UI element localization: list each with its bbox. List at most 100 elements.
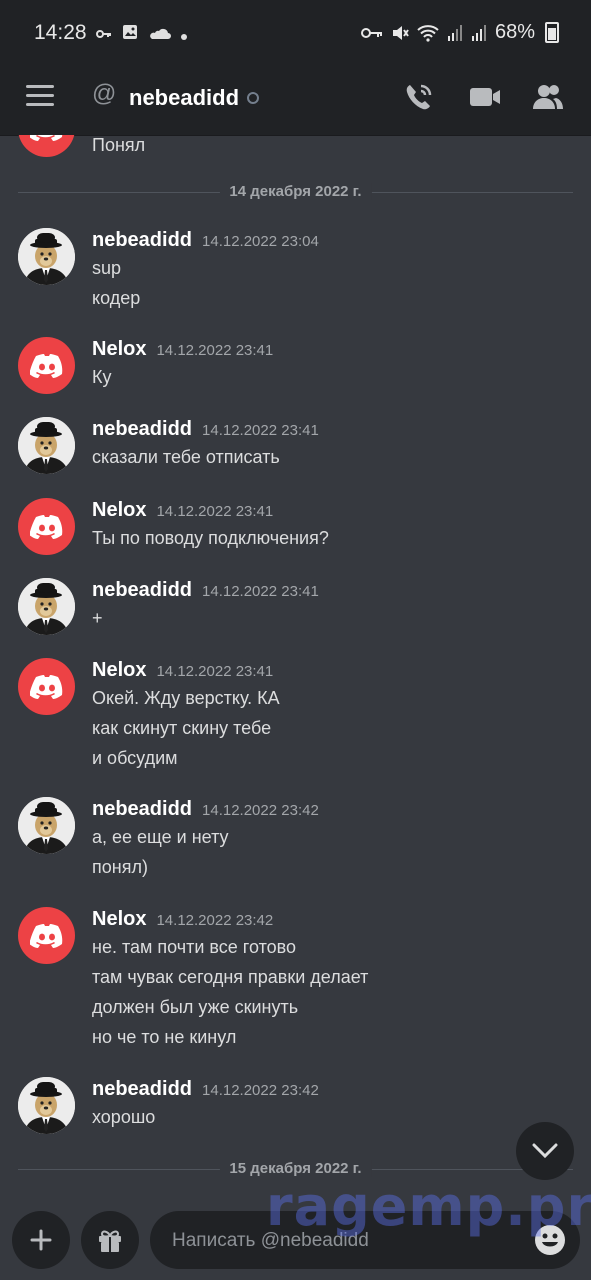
message-author[interactable]: nebeadidd 14.12.2022 23:41 xyxy=(92,579,319,602)
avatar[interactable] xyxy=(18,337,75,394)
message-text: не. там почти все готово xyxy=(92,937,297,957)
message-timestamp: 14.12.2022 23:04 xyxy=(202,233,319,250)
message-author[interactable]: nebeadidd 14.12.2022 23:42 xyxy=(92,1078,319,1101)
discord-logo-icon xyxy=(29,923,62,948)
author-name[interactable]: Nelox xyxy=(92,499,146,521)
message-text: хорошо xyxy=(92,1107,156,1127)
avatar[interactable] xyxy=(18,658,75,715)
message-list[interactable]: Понял 14 декабря 2022 г. nebeadidd 14.12.… xyxy=(0,135,591,1195)
plus-icon xyxy=(30,1229,52,1251)
emoji-icon[interactable] xyxy=(534,1224,566,1256)
message-text: как скинут скину тебе xyxy=(92,718,272,738)
message-author[interactable]: Nelox 14.12.2022 23:42 xyxy=(92,908,273,931)
jump-to-bottom-button[interactable] xyxy=(516,1122,574,1180)
message-timestamp: 14.12.2022 23:42 xyxy=(202,802,319,819)
avatar[interactable] xyxy=(18,498,75,555)
discord-logo-icon xyxy=(29,514,62,539)
discord-logo-icon xyxy=(29,135,62,141)
message-input[interactable] xyxy=(170,1211,534,1271)
message-text: Ку xyxy=(92,367,112,387)
avatar[interactable] xyxy=(18,797,75,854)
at-icon: @ xyxy=(92,80,117,107)
message-timestamp: 14.12.2022 23:42 xyxy=(202,1082,319,1099)
attach-button[interactable] xyxy=(12,1211,70,1269)
notification-icons xyxy=(96,24,188,45)
battery-icon xyxy=(545,22,559,43)
members-icon[interactable] xyxy=(530,80,564,114)
status-time: 14:28 xyxy=(34,21,87,44)
battery-percent: 68% xyxy=(494,21,535,43)
dog-in-suit-avatar-icon xyxy=(18,1077,75,1134)
message-text: понял) xyxy=(92,857,148,877)
channel-title[interactable]: nebeadidd xyxy=(129,85,239,111)
author-name[interactable]: Nelox xyxy=(92,659,146,681)
avatar[interactable] xyxy=(18,1077,75,1134)
message-text: Понял xyxy=(92,135,146,155)
channel-header: @ nebeadidd xyxy=(0,66,591,136)
image-icon xyxy=(123,25,138,39)
gift-button[interactable] xyxy=(81,1211,139,1269)
author-name[interactable]: nebeadidd xyxy=(92,798,192,820)
message-text: должен был уже скинуть xyxy=(92,997,299,1017)
message-author[interactable]: nebeadidd 14.12.2022 23:41 xyxy=(92,418,319,441)
message-timestamp: 14.12.2022 23:41 xyxy=(156,342,274,359)
author-name[interactable]: Nelox xyxy=(92,908,146,930)
offline-status-icon xyxy=(247,92,259,104)
message-text: там чувак сегодня правки делает xyxy=(92,967,369,987)
message-author[interactable]: Nelox 14.12.2022 23:41 xyxy=(92,499,273,522)
system-status: 68% xyxy=(360,21,559,44)
signal-icon-2 xyxy=(471,24,486,41)
message-text: кодер xyxy=(92,288,141,308)
vpn-key-icon xyxy=(360,27,382,38)
message-text: sup xyxy=(92,258,122,278)
key-icon xyxy=(96,30,111,38)
message-author[interactable]: nebeadidd 14.12.2022 23:42 xyxy=(92,798,319,821)
message-timestamp: 14.12.2022 23:41 xyxy=(156,663,274,680)
author-name[interactable]: nebeadidd xyxy=(92,1078,192,1100)
avatar[interactable] xyxy=(18,135,75,157)
status-bar: 14:28 68% xyxy=(0,0,591,66)
discord-logo-icon xyxy=(29,353,62,378)
chevron-down-icon xyxy=(532,1143,558,1159)
message-text: + xyxy=(92,608,103,628)
message-composer xyxy=(0,1195,591,1280)
author-name[interactable]: Nelox xyxy=(92,338,146,360)
author-name[interactable]: nebeadidd xyxy=(92,418,192,440)
message-text: сказали тебе отписать xyxy=(92,447,280,467)
dog-in-suit-avatar-icon xyxy=(18,417,75,474)
menu-icon[interactable] xyxy=(26,85,54,107)
dog-in-suit-avatar-icon xyxy=(18,578,75,635)
message-text: и обсудим xyxy=(92,748,178,768)
video-call-icon[interactable] xyxy=(468,80,502,114)
wifi-icon xyxy=(417,24,439,42)
cloud-icon xyxy=(150,28,171,39)
dot-icon xyxy=(181,34,188,40)
date-divider: 14 декабря 2022 г. xyxy=(18,183,573,200)
date-divider: 15 декабря 2022 г. xyxy=(18,1160,573,1177)
avatar[interactable] xyxy=(18,417,75,474)
date-divider-label: 14 декабря 2022 г. xyxy=(219,183,372,200)
date-divider-label: 15 декабря 2022 г. xyxy=(219,1160,372,1177)
message-text: Окей. Жду верстку. КА xyxy=(92,688,280,708)
avatar[interactable] xyxy=(18,228,75,285)
gift-icon xyxy=(99,1230,121,1252)
call-icon[interactable] xyxy=(402,80,436,114)
author-name[interactable]: nebeadidd xyxy=(92,229,192,251)
dog-in-suit-avatar-icon xyxy=(18,797,75,854)
signal-icon xyxy=(447,24,462,41)
message-text: а, ее еще и нету xyxy=(92,827,229,847)
author-name[interactable]: nebeadidd xyxy=(92,579,192,601)
dog-in-suit-avatar-icon xyxy=(18,228,75,285)
message-author[interactable]: Nelox 14.12.2022 23:41 xyxy=(92,338,273,361)
message-text: но че то не кинул xyxy=(92,1027,237,1047)
message-author[interactable]: nebeadidd 14.12.2022 23:04 xyxy=(92,229,319,252)
avatar[interactable] xyxy=(18,907,75,964)
message-author[interactable]: Nelox 14.12.2022 23:41 xyxy=(92,659,273,682)
message-timestamp: 14.12.2022 23:41 xyxy=(202,583,319,600)
mute-icon xyxy=(392,25,409,40)
message-input-container[interactable] xyxy=(150,1211,580,1271)
avatar[interactable] xyxy=(18,578,75,635)
discord-logo-icon xyxy=(29,674,62,699)
message-timestamp: 14.12.2022 23:41 xyxy=(202,422,319,439)
message-timestamp: 14.12.2022 23:41 xyxy=(156,503,274,520)
